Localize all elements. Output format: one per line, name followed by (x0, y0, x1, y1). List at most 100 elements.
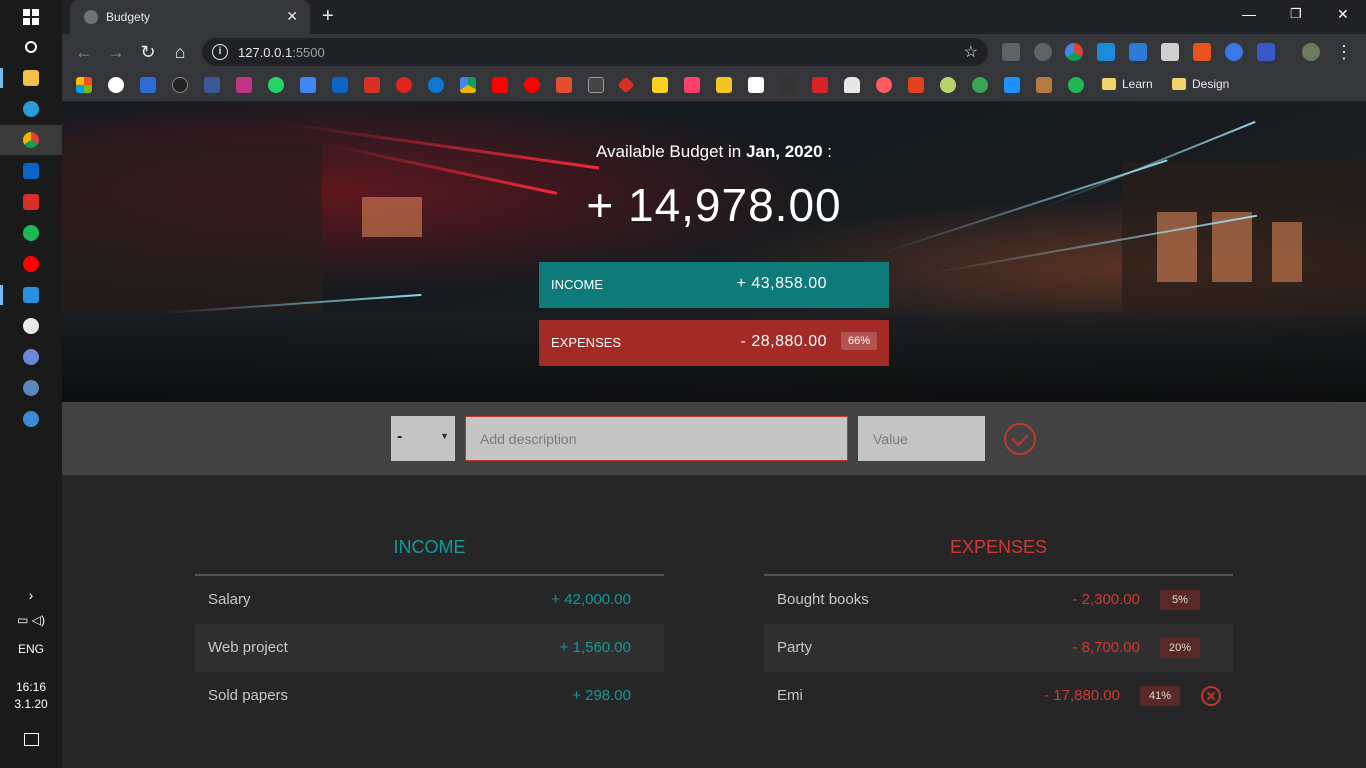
search-icon[interactable] (0, 32, 62, 62)
windows-start-icon[interactable] (0, 2, 62, 32)
info-icon[interactable]: i (212, 44, 228, 60)
flipkart-icon[interactable] (652, 77, 668, 93)
folder-icon (1102, 78, 1116, 90)
extension-icon[interactable] (1002, 43, 1020, 61)
spotify-icon[interactable] (0, 218, 62, 248)
language-indicator[interactable]: ENG (0, 642, 62, 656)
expense-item[interactable]: Emi - 17,880.00 41% (764, 672, 1233, 720)
notification-icon[interactable] (0, 724, 62, 754)
value-input[interactable] (858, 416, 985, 461)
description-input[interactable] (465, 416, 848, 461)
income-item[interactable]: Salary + 42,000.00 (195, 576, 664, 624)
clock-time[interactable]: 16:16 (0, 680, 62, 694)
bookmark-icon[interactable] (1036, 77, 1052, 93)
steam-icon[interactable] (0, 373, 62, 403)
whatsapp-icon[interactable] (268, 77, 284, 93)
forward-button[interactable]: → (104, 40, 128, 64)
youtube-music-icon[interactable] (524, 77, 540, 93)
bookmark-icon[interactable] (1068, 77, 1084, 93)
bookmark-icon[interactable] (1004, 77, 1020, 93)
income-item[interactable]: Web project + 1,560.00 (195, 624, 664, 672)
bookmark-icon[interactable] (396, 77, 412, 93)
bookmark-icon[interactable] (76, 77, 92, 93)
tab-budgety[interactable]: Budgety ✕ (70, 0, 310, 34)
network-volume-icons[interactable]: ▭ ◁) (0, 605, 62, 635)
outlook-icon[interactable] (332, 77, 348, 93)
extension-icon[interactable] (1161, 43, 1179, 61)
close-tab-icon[interactable]: ✕ (286, 8, 298, 25)
airbnb-icon[interactable] (876, 77, 892, 93)
browser-window: Budgety ✕ + — ❐ ✕ ← → ↻ ⌂ i 127.0.0.1:55… (62, 0, 1366, 102)
bookmark-star-icon[interactable]: ☆ (964, 42, 978, 62)
drive-icon[interactable] (460, 77, 476, 93)
reload-button[interactable]: ↻ (136, 40, 160, 64)
youtube-icon[interactable] (492, 77, 508, 93)
menu-icon[interactable]: ⋮ (1332, 40, 1356, 64)
url-text[interactable]: 127.0.0.1:5500 (238, 45, 325, 60)
budget-title-suffix: : (822, 142, 832, 161)
bookmark-icon[interactable] (972, 77, 988, 93)
bookmark-icon[interactable] (812, 77, 828, 93)
extension-icon[interactable] (1225, 43, 1243, 61)
home-button[interactable]: ⌂ (168, 40, 192, 64)
add-item-bar: - ▼ (62, 402, 1366, 475)
edge-icon[interactable] (0, 94, 62, 124)
bookmark-icon[interactable] (588, 77, 604, 93)
delete-item-icon[interactable] (1201, 686, 1221, 706)
bookmark-icon[interactable] (940, 77, 956, 93)
app-icon[interactable] (0, 311, 62, 341)
file-explorer-icon[interactable] (0, 63, 62, 93)
extension-icon[interactable] (1097, 43, 1115, 61)
restore-button[interactable]: ❐ (1290, 6, 1302, 22)
expenses-summary-label: EXPENSES (551, 335, 622, 350)
bookmark-icon[interactable] (556, 77, 572, 93)
bookmark-icon[interactable] (716, 77, 732, 93)
expense-item[interactable]: Bought books - 2,300.00 5% (764, 576, 1233, 624)
facebook-icon[interactable] (204, 77, 220, 93)
youtube-music-icon[interactable] (0, 249, 62, 279)
expenses-summary-value: - 28,880.00 (740, 333, 827, 350)
budget-header: Available Budget in Jan, 2020 : + 14,978… (62, 102, 1366, 402)
github-icon[interactable] (172, 77, 188, 93)
bookmark-icon[interactable] (140, 77, 156, 93)
onedrive-icon[interactable] (428, 77, 444, 93)
bookmark-icon[interactable] (780, 77, 796, 93)
outlook-icon[interactable] (0, 156, 62, 186)
close-window-button[interactable]: ✕ (1337, 6, 1349, 23)
gmail-icon[interactable] (0, 187, 62, 217)
docs-icon[interactable] (300, 77, 316, 93)
ghost-icon[interactable] (844, 77, 860, 93)
income-list-title: INCOME (393, 537, 466, 557)
bookmark-icon[interactable] (908, 77, 924, 93)
myntra-icon[interactable] (684, 77, 700, 93)
add-item-button[interactable] (1004, 423, 1036, 455)
address-bar[interactable]: i 127.0.0.1:5500 ☆ (202, 38, 988, 66)
income-item[interactable]: Sold papers + 298.00 (195, 672, 664, 720)
bookmark-icon[interactable] (617, 76, 635, 94)
back-button[interactable]: ← (72, 40, 96, 64)
folder-label: Learn (1122, 77, 1153, 91)
discord-icon[interactable] (0, 342, 62, 372)
vscode-icon[interactable] (0, 280, 62, 310)
url-host: 127.0.0.1 (238, 45, 293, 60)
extension-icon[interactable] (1129, 43, 1147, 61)
pocket-icon[interactable] (1034, 43, 1052, 61)
amazon-icon[interactable] (748, 77, 764, 93)
gmail-icon[interactable] (364, 77, 380, 93)
bookmark-folder-learn[interactable]: Learn (1102, 77, 1153, 91)
avatar[interactable] (1302, 43, 1320, 61)
expense-item[interactable]: Party - 8,700.00 20% (764, 624, 1233, 672)
extension-icon[interactable] (1257, 43, 1275, 61)
bookmark-folder-design[interactable]: Design (1172, 77, 1229, 91)
expenses-summary: EXPENSES - 28,880.00 66% (539, 320, 889, 366)
qbittorrent-icon[interactable] (0, 404, 62, 434)
new-tab-button[interactable]: + (322, 6, 334, 26)
extension-icon[interactable] (1065, 43, 1083, 61)
google-icon[interactable] (108, 77, 124, 93)
instagram-icon[interactable] (236, 77, 252, 93)
chrome-taskbar-icon[interactable] (0, 125, 62, 155)
type-select[interactable]: - ▼ (391, 416, 455, 461)
minimize-button[interactable]: — (1242, 6, 1256, 22)
clock-date[interactable]: 3.1.20 (0, 697, 62, 711)
office-icon[interactable] (1193, 43, 1211, 61)
